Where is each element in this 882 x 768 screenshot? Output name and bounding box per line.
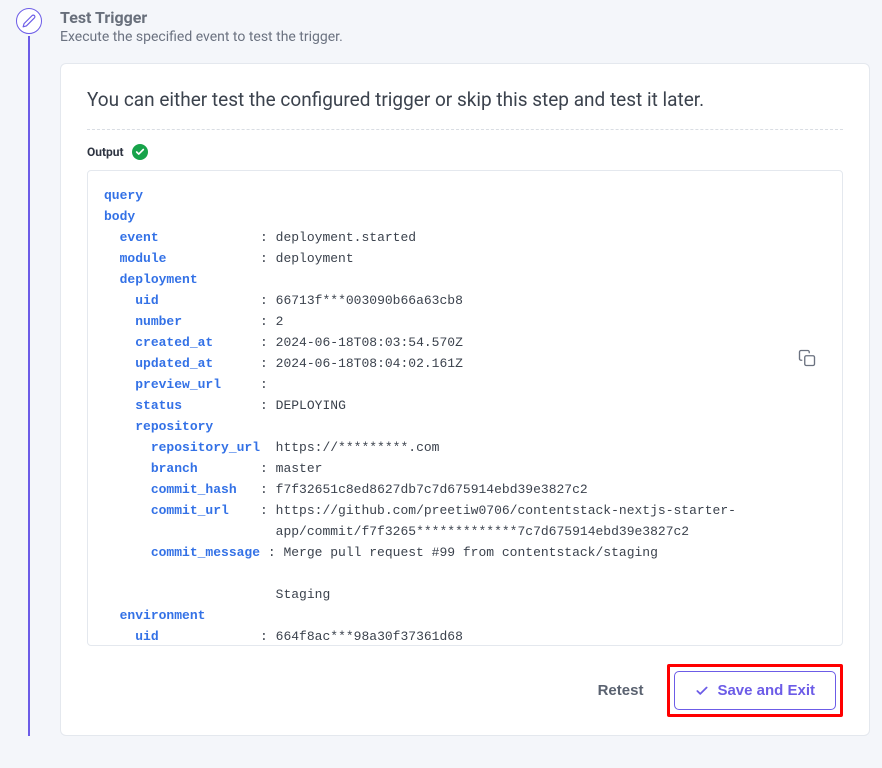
save-button-highlight: Save and Exit <box>667 664 843 717</box>
test-trigger-panel: You can either test the configured trigg… <box>60 63 870 736</box>
pencil-icon <box>16 8 42 34</box>
output-json-container: query body event : deployment.started mo… <box>87 170 843 646</box>
success-check-icon <box>132 144 148 160</box>
check-icon <box>695 684 709 698</box>
step-connector-line <box>28 36 30 736</box>
copy-icon[interactable] <box>798 349 820 371</box>
retest-button[interactable]: Retest <box>588 672 654 709</box>
output-json-body: query body event : deployment.started mo… <box>104 185 830 645</box>
step-indicator <box>16 8 42 736</box>
step-title: Test Trigger <box>60 8 870 27</box>
save-button-label: Save and Exit <box>717 682 815 699</box>
output-label: Output <box>87 145 124 159</box>
step-subtitle: Execute the specified event to test the … <box>60 29 870 45</box>
panel-heading: You can either test the configured trigg… <box>87 88 843 130</box>
output-json-scroll[interactable]: query body event : deployment.started mo… <box>88 171 842 645</box>
save-and-exit-button[interactable]: Save and Exit <box>674 671 836 710</box>
